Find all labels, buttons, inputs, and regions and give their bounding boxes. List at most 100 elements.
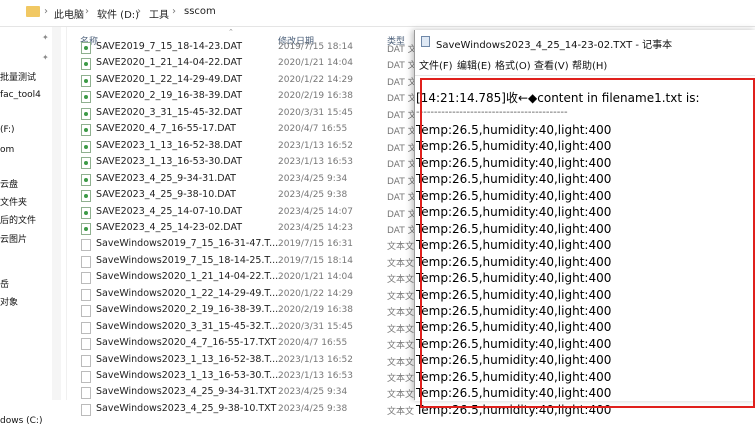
text-editor-area[interactable]: [14:21:14.785]收←◆content in filename1.tx…: [415, 75, 755, 417]
file-type: DAT 文: [387, 176, 417, 187]
address-bar[interactable]: › 此电脑 › 软件 (D:) › 工具 › sscom: [0, 0, 755, 27]
notepad-icon: [421, 36, 430, 47]
file-row[interactable]: SAVE2023_4_25_14-07-10.DAT 2023/4/25 14:0…: [68, 205, 418, 221]
file-date: 2020/4/7 16:55: [278, 124, 348, 135]
breadcrumb-item[interactable]: 此电脑: [54, 6, 84, 21]
nav-scrollbar[interactable]: [52, 27, 61, 400]
file-date: 2020/1/21 14:04: [278, 58, 353, 69]
nav-item[interactable]: 批量测试: [0, 70, 36, 83]
nav-item[interactable]: 文件夹: [0, 195, 27, 208]
menu-view[interactable]: 查看(V): [534, 57, 569, 72]
file-name: SaveWindows2019_7_15_18-14-25.T...: [96, 254, 279, 266]
chevron-right-icon: ›: [137, 6, 141, 17]
menu-help[interactable]: 帮助(H): [572, 57, 607, 72]
text-line-reading: Temp:26.5,humidity:40,light:400: [416, 188, 612, 203]
text-file-icon: [81, 403, 91, 416]
file-date: 2020/1/22 14:29: [278, 74, 353, 85]
file-row[interactable]: SaveWindows2020_1_21_14-04-22.T... 2020/1…: [68, 270, 418, 286]
file-type: DAT 文: [387, 143, 417, 154]
text-line-reading: Temp:26.5,humidity:40,light:400: [416, 271, 612, 286]
dat-file-icon: [81, 140, 91, 153]
file-row[interactable]: SaveWindows2020_4_7_16-55-17.TXT 2020/4/7…: [68, 336, 418, 352]
window-title: SaveWindows2023_4_25_14-23-02.TXT - 记事本: [436, 40, 673, 51]
breadcrumb-item[interactable]: 工具: [149, 6, 169, 21]
breadcrumb-item[interactable]: 软件 (D:): [97, 6, 139, 21]
file-date: 2023/4/25 9:34: [278, 173, 348, 184]
nav-item[interactable]: fac_tool4: [0, 90, 41, 100]
text-line-header: [14:21:14.785]收←◆content in filename1.tx…: [416, 91, 700, 105]
file-row[interactable]: SaveWindows2023_1_13_16-53-30.T... 2023/1…: [68, 369, 418, 385]
file-row[interactable]: SAVE2023_1_13_16-52-38.DAT 2023/1/13 16:5…: [68, 139, 418, 155]
pin-icon[interactable]: ✦: [42, 53, 49, 62]
pin-icon[interactable]: ✦: [42, 33, 49, 42]
file-type: DAT 文: [387, 193, 417, 204]
file-row[interactable]: SAVE2019_7_15_18-14-23.DAT 2019/7/15 18:1…: [68, 40, 418, 56]
text-file-icon: [81, 239, 91, 252]
file-type: 文本文: [387, 324, 415, 335]
menu-format[interactable]: 格式(O): [495, 57, 531, 72]
nav-item[interactable]: om: [0, 145, 14, 155]
file-row[interactable]: SAVE2023_1_13_16-53-30.DAT 2023/1/13 16:5…: [68, 155, 418, 171]
nav-item[interactable]: 岳: [0, 277, 9, 290]
text-line-reading: Temp:26.5,humidity:40,light:400: [416, 172, 612, 187]
dat-file-icon: [81, 58, 91, 71]
file-row[interactable]: SAVE2020_2_19_16-38-39.DAT 2020/2/19 16:3…: [68, 89, 418, 105]
text-file-icon: [81, 387, 91, 400]
file-name: SaveWindows2020_4_7_16-55-17.TXT: [96, 337, 277, 349]
file-date: 2023/1/13 16:52: [278, 354, 353, 365]
file-name: SAVE2019_7_15_18-14-23.DAT: [96, 41, 243, 52]
file-type: 文本文: [387, 406, 415, 417]
text-file-icon: [81, 371, 91, 383]
file-type: DAT 文: [387, 45, 417, 55]
file-date: 2023/4/25 14:07: [278, 206, 353, 217]
file-row[interactable]: SaveWindows2023_1_13_16-52-38.T... 2023/1…: [68, 353, 418, 369]
file-row[interactable]: SAVE2020_3_31_15-45-32.DAT 2020/3/31 15:4…: [68, 106, 418, 122]
file-type: 文本文: [387, 258, 415, 269]
file-row[interactable]: SAVE2023_4_25_9-38-10.DAT 2023/4/25 9:38 D…: [68, 188, 418, 204]
nav-item[interactable]: 云图片: [0, 232, 27, 245]
file-row[interactable]: SAVE2023_4_25_14-23-02.DAT 2023/4/25 14:2…: [68, 221, 418, 237]
sort-arrow-icon: ⌃: [228, 28, 234, 36]
dat-file-icon: [81, 74, 91, 87]
file-name: SAVE2023_4_25_14-23-02.DAT: [96, 221, 243, 233]
file-row[interactable]: SaveWindows2020_3_31_15-45-32.T... 2020/3…: [68, 320, 418, 336]
file-list: ⌃ 名称 修改日期 类型 SAVE2019_7_15_18-14-23.DAT2…: [68, 27, 418, 417]
chevron-right-icon: ›: [172, 6, 176, 17]
file-date: 2020/1/21 14:04: [278, 272, 353, 283]
file-row[interactable]: SAVE2020_1_22_14-29-49.DAT 2020/1/22 14:2…: [68, 73, 418, 89]
file-name: SaveWindows2020_1_21_14-04-22.T...: [96, 271, 279, 283]
file-type: DAT 文: [387, 77, 417, 88]
nav-item[interactable]: 后的文件: [0, 213, 36, 226]
text-line-reading: Temp:26.5,humidity:40,light:400: [416, 320, 612, 335]
notepad-title-bar[interactable]: SaveWindows2023_4_25_14-23-02.TXT - 记事本: [415, 30, 755, 52]
breadcrumb-item[interactable]: sscom: [184, 6, 216, 17]
file-date: 2023/1/13 16:53: [278, 157, 353, 168]
menu-edit[interactable]: 编辑(E): [457, 57, 491, 72]
file-date: 2020/2/19 16:38: [278, 91, 353, 102]
file-name: SAVE2023_4_25_9-38-10.DAT: [96, 189, 236, 201]
file-row[interactable]: SAVE2020_4_7_16-55-17.DAT 2020/4/7 16:55 D…: [68, 122, 418, 138]
file-date: 2023/4/25 14:23: [278, 222, 353, 233]
file-date: 2020/2/19 16:38: [278, 305, 353, 316]
nav-item[interactable]: (F:): [0, 125, 15, 135]
file-row[interactable]: SaveWindows2019_7_15_18-14-25.T... 2019/7…: [68, 254, 418, 270]
file-name: SAVE2023_1_13_16-52-38.DAT: [96, 139, 243, 151]
nav-item[interactable]: 云盘: [0, 177, 18, 190]
file-row[interactable]: SaveWindows2020_2_19_16-38-39.T... 2020/2…: [68, 303, 418, 319]
file-row[interactable]: SAVE2020_1_21_14-04-22.DAT 2020/1/21 14:0…: [68, 56, 418, 72]
nav-item[interactable]: 对象: [0, 295, 18, 308]
chevron-right-icon: ›: [44, 6, 48, 17]
file-row[interactable]: SAVE2023_4_25_9-34-31.DAT 2023/4/25 9:34 D…: [68, 172, 418, 188]
file-name: SaveWindows2020_1_22_14-29-49.T...: [96, 287, 279, 299]
file-name: SaveWindows2023_1_13_16-52-38.T...: [96, 353, 279, 365]
file-row[interactable]: SaveWindows2019_7_15_16-31-47.T... 2019/7…: [68, 237, 418, 253]
file-row[interactable]: SaveWindows2023_4_25_9-38-10.TXT 2023/4/2…: [68, 402, 418, 418]
file-row[interactable]: SaveWindows2023_4_25_9-34-31.TXT 2023/4/2…: [68, 385, 418, 401]
nav-item[interactable]: dows (C:): [0, 416, 42, 426]
text-line-reading: Temp:26.5,humidity:40,light:400: [416, 155, 612, 170]
text-line-reading: Temp:26.5,humidity:40,light:400: [416, 402, 612, 417]
file-type: 文本文: [387, 275, 415, 286]
menu-file[interactable]: 文件(F): [419, 57, 453, 72]
file-row[interactable]: SaveWindows2020_1_22_14-29-49.T... 2020/1…: [68, 287, 418, 303]
text-line-reading: Temp:26.5,humidity:40,light:400: [416, 386, 612, 401]
